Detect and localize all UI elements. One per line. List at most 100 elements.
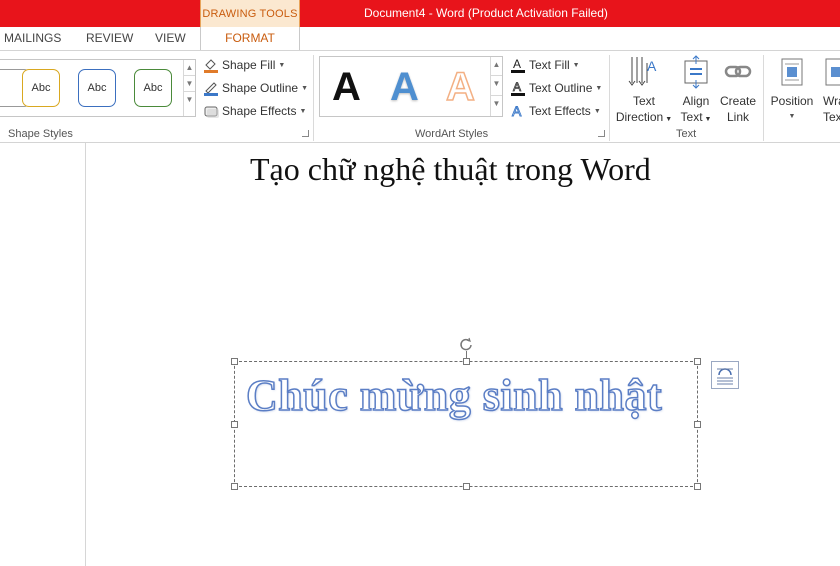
create-link-label-1: Create: [719, 94, 757, 108]
resize-handle[interactable]: [463, 358, 470, 365]
text-direction-label-2: Direction: [615, 110, 664, 124]
text-direction-button[interactable]: A Text Direction ▼: [614, 55, 674, 128]
wrap-text-icon: [822, 55, 840, 91]
text-fill-label: Text Fill: [529, 58, 570, 72]
wordart-styles-group-label: WordArt Styles: [415, 128, 489, 140]
wrap-text-label-2: Tex: [823, 110, 840, 124]
wordart-styles-scrollbar[interactable]: ▲ ▼ ▼: [490, 57, 502, 116]
text-effects-button[interactable]: A Text Effects ▼: [510, 103, 601, 120]
scroll-up-icon[interactable]: ▲: [184, 60, 195, 76]
resize-handle[interactable]: [463, 483, 470, 490]
group-divider: [609, 55, 610, 141]
ribbon: Abc Abc Abc ▲ ▼ ▼ Shape Fill ▼ Shape Outl…: [0, 50, 840, 143]
wordart-style-black[interactable]: A: [332, 65, 361, 110]
create-link-label-2: Link: [726, 110, 749, 124]
chevron-down-icon: ▼: [593, 107, 601, 115]
dialog-launcher-icon[interactable]: [598, 130, 605, 137]
pencil-icon: [203, 80, 219, 96]
scroll-down-icon[interactable]: ▼: [184, 76, 195, 92]
gallery-more-icon[interactable]: ▼: [491, 96, 502, 112]
tab-view[interactable]: VIEW: [155, 31, 186, 45]
svg-text:A: A: [647, 58, 657, 74]
wrap-text-button[interactable]: Wra Tex: [820, 55, 840, 125]
scroll-up-icon[interactable]: ▲: [491, 57, 502, 76]
shape-effects-button[interactable]: Shape Effects ▼: [203, 103, 306, 119]
resize-handle[interactable]: [694, 483, 701, 490]
chevron-down-icon: ▼: [665, 116, 673, 123]
wordart-style-blue[interactable]: A: [390, 65, 419, 110]
text-group-label: Text: [676, 128, 697, 140]
wordart-style-orange-outline[interactable]: A: [445, 64, 475, 110]
wordart-text[interactable]: Chúc mừng sinh nhật: [245, 370, 662, 421]
shape-style-green[interactable]: Abc: [134, 69, 172, 107]
position-button[interactable]: Position ▼: [767, 55, 817, 125]
align-text-label-1: Align: [682, 94, 710, 108]
drawing-tools-context-tab: DRAWING TOOLS: [200, 0, 300, 27]
position-label: Position: [770, 94, 814, 108]
text-fill-icon: A: [510, 57, 526, 73]
create-link-button[interactable]: Create Link: [718, 55, 758, 125]
align-text-label-2: Text: [680, 110, 703, 124]
shape-styles-scrollbar[interactable]: ▲ ▼ ▼: [183, 60, 195, 116]
text-direction-label-1: Text: [632, 94, 655, 108]
shape-fill-button[interactable]: Shape Fill ▼: [203, 57, 285, 73]
svg-text:A: A: [513, 57, 521, 71]
text-effects-icon: A: [510, 103, 526, 120]
svg-text:A: A: [512, 103, 522, 119]
window-title: Document4 - Word (Product Activation Fai…: [364, 6, 608, 20]
title-bar: DRAWING TOOLS Document4 - Word (Product …: [0, 0, 840, 27]
chevron-down-icon: ▼: [572, 61, 580, 69]
drawing-tools-label: DRAWING TOOLS: [202, 8, 298, 20]
align-text-button[interactable]: Align Text ▼: [676, 55, 716, 128]
shape-styles-group-label: Shape Styles: [8, 128, 73, 140]
text-outline-icon: A: [510, 80, 526, 96]
text-direction-icon: A: [627, 55, 661, 91]
shape-outline-button[interactable]: Shape Outline ▼: [203, 80, 308, 96]
shape-effects-icon: [203, 103, 219, 119]
group-divider: [313, 55, 314, 141]
text-outline-button[interactable]: A Text Outline ▼: [510, 80, 602, 96]
resize-handle[interactable]: [231, 483, 238, 490]
shape-style-label: Abc: [87, 82, 107, 94]
shape-effects-label: Shape Effects: [222, 104, 297, 118]
rotate-handle-icon[interactable]: [459, 337, 473, 351]
scroll-down-icon[interactable]: ▼: [491, 76, 502, 96]
tab-review[interactable]: REVIEW: [86, 31, 133, 45]
left-margin-pane: [0, 143, 86, 566]
svg-text:A: A: [513, 80, 521, 94]
tab-mailings[interactable]: MAILINGS: [4, 31, 61, 45]
ribbon-tab-row: MAILINGS REVIEW VIEW FORMAT: [0, 27, 840, 51]
document-area[interactable]: Tạo chữ nghệ thuật trong Word Chúc mừng …: [0, 143, 840, 566]
chain-link-icon: [723, 55, 753, 91]
wordart-styles-gallery[interactable]: A A A ▲ ▼ ▼: [319, 56, 503, 117]
shape-style-label: Abc: [31, 82, 51, 94]
layout-options-icon[interactable]: [711, 361, 739, 389]
dialog-launcher-icon[interactable]: [302, 130, 309, 137]
align-text-icon: [681, 55, 711, 91]
chevron-down-icon: ▼: [278, 61, 286, 69]
chevron-down-icon: ▼: [704, 116, 712, 123]
gallery-more-icon[interactable]: ▼: [184, 92, 195, 108]
text-fill-button[interactable]: A Text Fill ▼: [510, 57, 580, 73]
resize-handle[interactable]: [694, 358, 701, 365]
shape-style-blue[interactable]: Abc: [78, 69, 116, 107]
wordart-textbox[interactable]: Chúc mừng sinh nhật: [231, 358, 701, 490]
tab-format[interactable]: FORMAT: [200, 27, 300, 51]
chevron-down-icon: ▼: [301, 84, 308, 92]
text-outline-label: Text Outline: [529, 81, 593, 95]
paint-bucket-icon: [203, 57, 219, 73]
chevron-down-icon: ▼: [595, 84, 603, 92]
text-effects-label: Text Effects: [529, 104, 591, 118]
resize-handle[interactable]: [694, 421, 701, 428]
position-icon: [778, 55, 806, 91]
chevron-down-icon: ▼: [788, 113, 796, 120]
wrap-text-label-1: Wra: [823, 94, 840, 108]
shape-outline-label: Shape Outline: [222, 81, 299, 95]
shape-style-gold[interactable]: Abc: [22, 69, 60, 107]
shape-styles-gallery[interactable]: Abc Abc Abc ▲ ▼ ▼: [0, 59, 196, 117]
resize-handle[interactable]: [231, 421, 238, 428]
shape-style-label: Abc: [143, 82, 163, 94]
resize-handle[interactable]: [231, 358, 238, 365]
chevron-down-icon: ▼: [299, 107, 307, 115]
document-heading[interactable]: Tạo chữ nghệ thuật trong Word: [250, 151, 651, 188]
